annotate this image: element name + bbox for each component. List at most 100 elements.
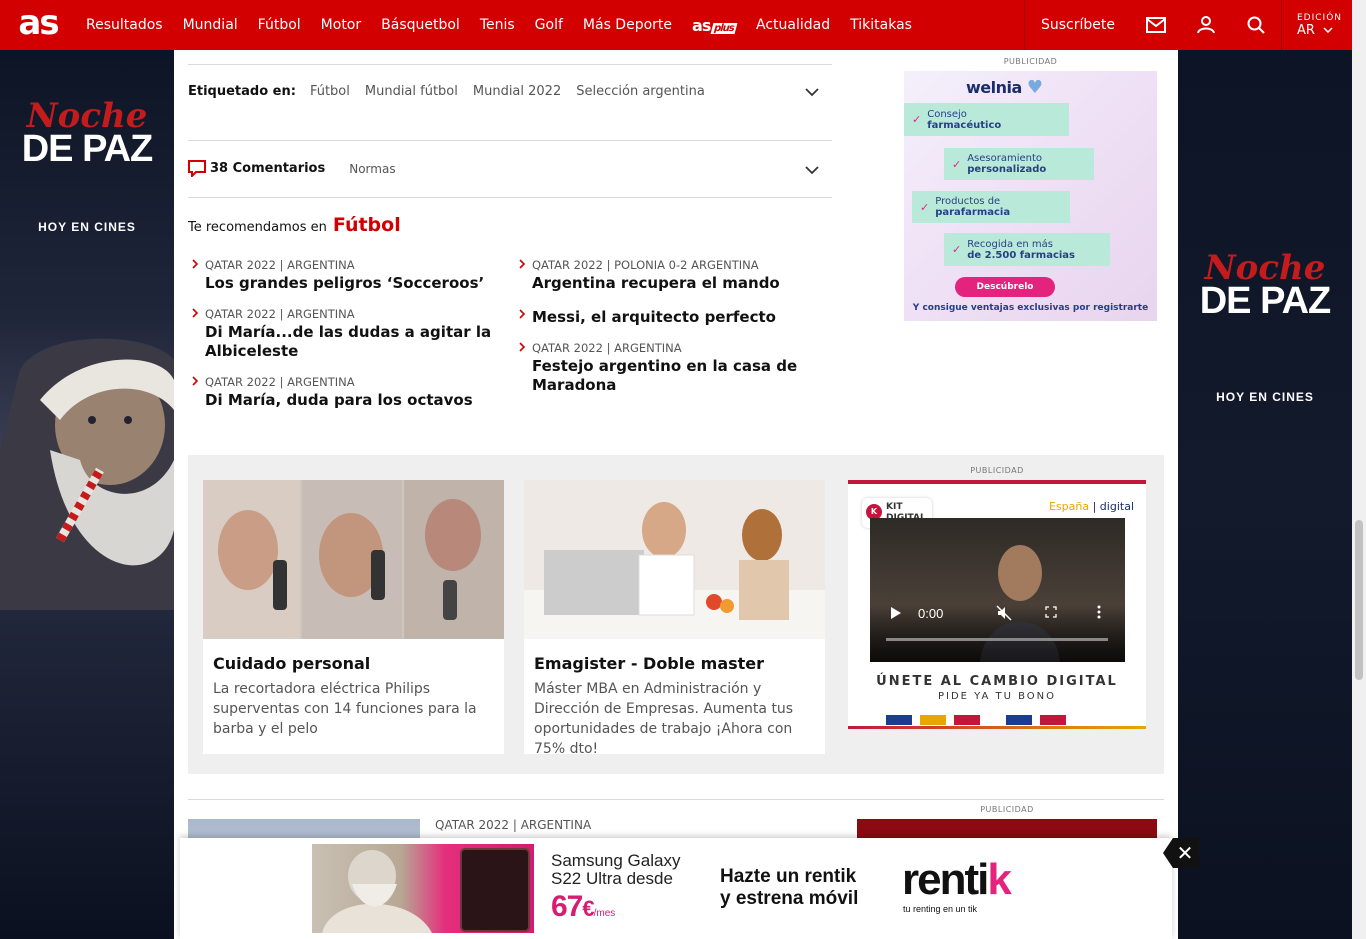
ad-tagline: HOY EN CINES (38, 220, 136, 234)
benefit-line2: de 2.500 farmacias (967, 249, 1076, 261)
chevron-right-icon (519, 259, 526, 269)
ad-subtitle: DE PAZ (21, 128, 154, 170)
chevron-down-icon[interactable] (805, 165, 819, 175)
sponsored-card[interactable]: Cuidado personal La recortadora eléctric… (203, 480, 504, 754)
video-progress-bar[interactable] (886, 638, 1108, 641)
samsung-line2: S22 Ultra desde (551, 869, 673, 888)
recommend-section[interactable]: Fútbol (333, 214, 401, 236)
scrollbar-thumb[interactable] (1355, 520, 1363, 680)
rentik-slogan: tu renting en un tik (903, 904, 978, 914)
mute-icon[interactable] (996, 605, 1012, 621)
chevron-right-icon (192, 259, 199, 269)
welnia-benefit: ✓ Recogida en más de 2.500 farmacias (944, 233, 1110, 266)
card-title[interactable]: Cuidado personal (213, 654, 370, 673)
samsung-ad-image (312, 844, 534, 933)
benefit-line1: Recogida en más (967, 238, 1054, 250)
nav-tenis[interactable]: Tenis (470, 17, 525, 33)
ad-video-player[interactable]: 0:00 (870, 518, 1125, 662)
edition-value: AR (1297, 22, 1315, 38)
nav-as-plus[interactable]: as plus (682, 16, 746, 35)
video-time: 0:00 (918, 606, 944, 621)
nutrition-image (524, 480, 825, 639)
play-icon[interactable] (890, 606, 902, 620)
recommended-article[interactable]: QATAR 2022 | ARGENTINA Los grandes pelig… (192, 258, 505, 293)
tag-seleccion-argentina[interactable]: Selección argentina (576, 84, 705, 99)
welnia-benefit: ✓ Consejo farmacéutico (904, 103, 1069, 136)
article-title[interactable]: Festejo argentino en la casa de Maradona (532, 357, 832, 395)
nav-basquetbol[interactable]: Básquetbol (371, 17, 470, 33)
advertising-label: PUBLICIDAD (1003, 57, 1058, 66)
edition-selector[interactable]: EDICIÓN AR (1282, 13, 1352, 38)
tag-mundial-futbol[interactable]: Mundial fútbol (365, 84, 458, 99)
benefit-line1: Productos de (935, 196, 1001, 207)
nav-motor[interactable]: Motor (311, 17, 371, 33)
tag-mundial-2022[interactable]: Mundial 2022 (473, 84, 561, 99)
nav-mundial[interactable]: Mundial (173, 17, 248, 33)
benefit-line2: personalizado (967, 164, 1047, 175)
espana-digital-logo: España | digital (1049, 500, 1134, 513)
mail-icon[interactable] (1131, 0, 1181, 50)
article-title[interactable]: Messi, el arquitecto perfecto (532, 308, 832, 327)
chevron-right-icon (192, 308, 199, 318)
sticky-bottom-ad[interactable]: Samsung Galaxy S22 Ultra desde 67€/mes Ha… (180, 838, 1172, 939)
recommend-header: Te recomendamos en Fútbol (188, 214, 401, 236)
comments-rules-link[interactable]: Normas (349, 162, 395, 176)
article-kicker: QATAR 2022 | ARGENTINA (435, 818, 592, 832)
check-icon: ✓ (952, 157, 962, 171)
divider (188, 140, 832, 141)
recommended-article[interactable]: QATAR 2022 | ARGENTINA Di María, duda pa… (192, 375, 505, 410)
right-skin-ad[interactable]: Noche DE PAZ HOY EN CINES (1178, 50, 1352, 939)
rentik-tagline-2: y estrena móvil (720, 888, 859, 909)
divider (188, 197, 832, 198)
nav-tikitakas[interactable]: Tikitakas (840, 17, 922, 33)
chevron-right-icon (192, 376, 199, 386)
comments-row[interactable]: 38 Comentarios Normas (188, 160, 396, 177)
search-icon[interactable] (1231, 0, 1281, 50)
page-scrollbar[interactable] (1352, 0, 1366, 939)
subscribe-link[interactable]: Suscríbete (1025, 17, 1131, 33)
recommended-article[interactable]: Messi, el arquitecto perfecto (519, 308, 832, 327)
ad-tagline: HOY EN CINES (1216, 390, 1314, 404)
advertising-label: PUBLICIDAD (970, 466, 1024, 475)
ad-subtitle: DE PAZ (1199, 280, 1332, 322)
espana-label: España (1048, 500, 1090, 513)
divider (848, 726, 1146, 729)
welnia-ad[interactable]: welnia ♥ ✓ Consejo farmacéutico ✓ Asesorami… (904, 71, 1157, 321)
sponsored-card[interactable]: Emagister - Doble master Máster MBA en A… (524, 480, 825, 757)
article-title[interactable]: Argentina recupera el mando (532, 274, 832, 293)
as-plus-label: as (692, 15, 711, 35)
benefit-line1: Asesoramiento (967, 153, 1043, 164)
santa-image (0, 338, 174, 610)
nav-golf[interactable]: Golf (525, 17, 573, 33)
nav-futbol[interactable]: Fútbol (248, 17, 311, 33)
recommended-article[interactable]: QATAR 2022 | POLONIA 0-2 ARGENTINA Argen… (519, 258, 832, 293)
article-kicker: QATAR 2022 | ARGENTINA (532, 341, 682, 355)
as-logo[interactable]: as (0, 0, 76, 50)
divider (188, 64, 832, 65)
card-title[interactable]: Emagister - Doble master (534, 654, 764, 673)
fullscreen-icon[interactable] (1045, 606, 1057, 618)
article-title[interactable]: Los grandes peligros ‘Socceroos’ (205, 274, 505, 293)
card-description: Máster MBA en Administración y Dirección… (534, 681, 794, 757)
recommended-article[interactable]: QATAR 2022 | ARGENTINA Festejo argentino… (519, 341, 832, 395)
chevron-down-icon (1323, 27, 1333, 33)
digital-label: | digital (1092, 500, 1134, 513)
left-skin-ad[interactable]: Noche DE PAZ HOY EN CINES (0, 50, 174, 939)
recommended-article[interactable]: QATAR 2022 | ARGENTINA Di María...de las… (192, 307, 505, 361)
card-description: La recortadora eléctrica Philips superve… (213, 681, 477, 737)
nav-actualidad[interactable]: Actualidad (746, 17, 840, 33)
chevron-down-icon[interactable] (805, 87, 819, 97)
more-options-icon[interactable] (1097, 605, 1101, 619)
kit-logo-l1: KIT (886, 502, 903, 512)
user-icon[interactable] (1181, 0, 1231, 50)
article-title[interactable]: Di María...de las dudas a agitar la Albi… (205, 323, 505, 361)
main-nav: Resultados Mundial Fútbol Motor Básquetb… (76, 0, 922, 50)
tag-futbol[interactable]: Fútbol (310, 84, 350, 99)
welnia-cta-button[interactable]: Descúbrelo (955, 277, 1055, 297)
article-title[interactable]: Di María, duda para los octavos (205, 391, 505, 410)
nav-mas-deporte[interactable]: Más Deporte (573, 17, 682, 33)
welnia-footer: Y consigue ventajas exclusivas por regis… (912, 303, 1149, 313)
nav-resultados[interactable]: Resultados (76, 17, 173, 33)
kit-digital-ad[interactable]: KKITDIGITAL España | digital 0:00 ÚNETE … (848, 480, 1146, 729)
check-icon: ✓ (920, 200, 930, 214)
